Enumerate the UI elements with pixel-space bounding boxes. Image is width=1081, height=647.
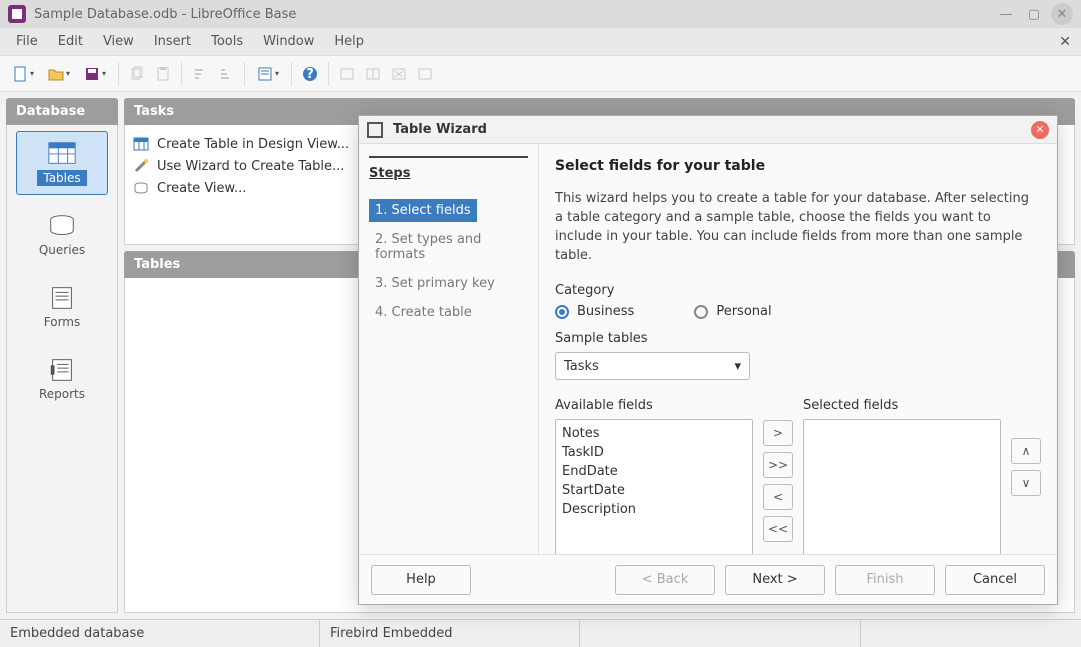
help-button[interactable]: ?	[298, 62, 322, 86]
table-rename-button[interactable]	[413, 62, 437, 86]
radio-label: Business	[577, 304, 634, 319]
window-titlebar: Sample Database.odb - LibreOffice Base —…	[0, 0, 1081, 28]
step-2[interactable]: 2. Set types and formats	[369, 228, 528, 266]
menu-tools[interactable]: Tools	[201, 30, 253, 53]
list-item[interactable]: EndDate	[562, 462, 746, 481]
db-item-label: Forms	[44, 315, 80, 329]
available-fields-label: Available fields	[555, 398, 753, 413]
menu-insert[interactable]: Insert	[144, 30, 201, 53]
step-1[interactable]: 1. Select fields	[369, 199, 477, 222]
move-up-button[interactable]: ∧	[1011, 438, 1041, 464]
task-label: Use Wizard to Create Table...	[157, 159, 344, 174]
list-item[interactable]: Description	[562, 500, 746, 519]
move-left-button[interactable]: <	[763, 484, 793, 510]
status-engine: Firebird Embedded	[320, 620, 580, 647]
status-empty1	[580, 620, 861, 647]
help-button[interactable]: Help	[371, 565, 471, 595]
cancel-button[interactable]: Cancel	[945, 565, 1045, 595]
close-window-button[interactable]: ✕	[1051, 3, 1073, 25]
combo-value: Tasks	[564, 359, 599, 374]
new-button[interactable]: ▾	[6, 62, 40, 86]
form-button[interactable]: ▾	[251, 62, 285, 86]
app-icon	[8, 5, 26, 23]
menu-edit[interactable]: Edit	[48, 30, 93, 53]
steps-header: Steps	[369, 156, 528, 181]
task-label: Create Table in Design View...	[157, 137, 349, 152]
table-delete-button[interactable]	[387, 62, 411, 86]
category-label: Category	[555, 283, 1041, 298]
back-button[interactable]: < Back	[615, 565, 715, 595]
status-empty2	[861, 620, 1081, 647]
sample-tables-label: Sample tables	[555, 331, 1041, 346]
open-button[interactable]: ▾	[42, 62, 76, 86]
radio-dot-icon	[694, 305, 708, 319]
separator	[291, 62, 292, 86]
task-label: Create View...	[157, 181, 246, 196]
dialog-titlebar[interactable]: Table Wizard ✕	[359, 116, 1057, 144]
step-4[interactable]: 4. Create table	[369, 301, 528, 324]
paste-button[interactable]	[151, 62, 175, 86]
dialog-footer: Help < Back Next > Finish Cancel	[359, 554, 1057, 604]
save-button[interactable]: ▾	[78, 62, 112, 86]
step-3[interactable]: 3. Set primary key	[369, 272, 528, 295]
menu-file[interactable]: File	[6, 30, 48, 53]
radio-business[interactable]: Business	[555, 304, 634, 319]
table-wizard-dialog: Table Wizard ✕ Steps 1. Select fields 2.…	[358, 115, 1058, 605]
list-item[interactable]: Notes	[562, 424, 746, 443]
steps-pane: Steps 1. Select fields 2. Set types and …	[359, 144, 539, 554]
menu-view[interactable]: View	[93, 30, 144, 53]
sort-desc-button[interactable]	[214, 62, 238, 86]
separator	[244, 62, 245, 86]
close-document-button[interactable]: ✕	[1059, 34, 1071, 50]
list-item[interactable]: StartDate	[562, 481, 746, 500]
table-new-button[interactable]	[335, 62, 359, 86]
main-toolbar: ▾ ▾ ▾ ▾ ?	[0, 56, 1081, 92]
sort-asc-button[interactable]	[188, 62, 212, 86]
db-item-queries[interactable]: Queries	[16, 203, 108, 267]
separator	[118, 62, 119, 86]
svg-text:?: ?	[306, 67, 314, 82]
wizard-heading: Select fields for your table	[555, 158, 1041, 174]
separator	[328, 62, 329, 86]
wizard-content: Select fields for your table This wizard…	[539, 144, 1057, 554]
maximize-button[interactable]: ▢	[1023, 3, 1045, 25]
move-all-left-button[interactable]: <<	[763, 516, 793, 542]
move-right-button[interactable]: >	[763, 420, 793, 446]
minimize-button[interactable]: —	[995, 3, 1017, 25]
list-item[interactable]: TaskID	[562, 443, 746, 462]
db-item-reports[interactable]: Reports	[16, 347, 108, 411]
radio-personal[interactable]: Personal	[694, 304, 771, 319]
status-embedded: Embedded database	[0, 620, 320, 647]
db-item-label: Queries	[39, 243, 85, 257]
chevron-down-icon: ▾	[734, 359, 741, 374]
dialog-close-button[interactable]: ✕	[1031, 121, 1049, 139]
available-fields-list[interactable]: Notes TaskID EndDate StartDate Descripti…	[555, 419, 753, 554]
radio-label: Personal	[716, 304, 771, 319]
db-item-label: Tables	[37, 170, 86, 186]
selected-fields-label: Selected fields	[803, 398, 1001, 413]
separator	[181, 62, 182, 86]
menu-help[interactable]: Help	[324, 30, 374, 53]
finish-button[interactable]: Finish	[835, 565, 935, 595]
selected-fields-list[interactable]	[803, 419, 1001, 554]
database-panel: Database Tables Queries Forms Reports	[6, 98, 118, 613]
db-item-forms[interactable]: Forms	[16, 275, 108, 339]
move-all-right-button[interactable]: >>	[763, 452, 793, 478]
wizard-intro: This wizard helps you to create a table …	[555, 190, 1041, 265]
move-down-button[interactable]: ∨	[1011, 470, 1041, 496]
radio-dot-icon	[555, 305, 569, 319]
database-panel-header: Database	[6, 98, 118, 125]
dialog-title: Table Wizard	[393, 122, 487, 137]
menu-window[interactable]: Window	[253, 30, 324, 53]
table-edit-button[interactable]	[361, 62, 385, 86]
menu-bar: File Edit View Insert Tools Window Help …	[0, 28, 1081, 56]
db-item-tables[interactable]: Tables	[16, 131, 108, 195]
next-button[interactable]: Next >	[725, 565, 825, 595]
sample-tables-combo[interactable]: Tasks ▾	[555, 352, 750, 380]
status-bar: Embedded database Firebird Embedded	[0, 619, 1081, 647]
dialog-icon	[367, 122, 383, 138]
db-item-label: Reports	[39, 387, 85, 401]
copy-button[interactable]	[125, 62, 149, 86]
window-title: Sample Database.odb - LibreOffice Base	[34, 7, 296, 22]
